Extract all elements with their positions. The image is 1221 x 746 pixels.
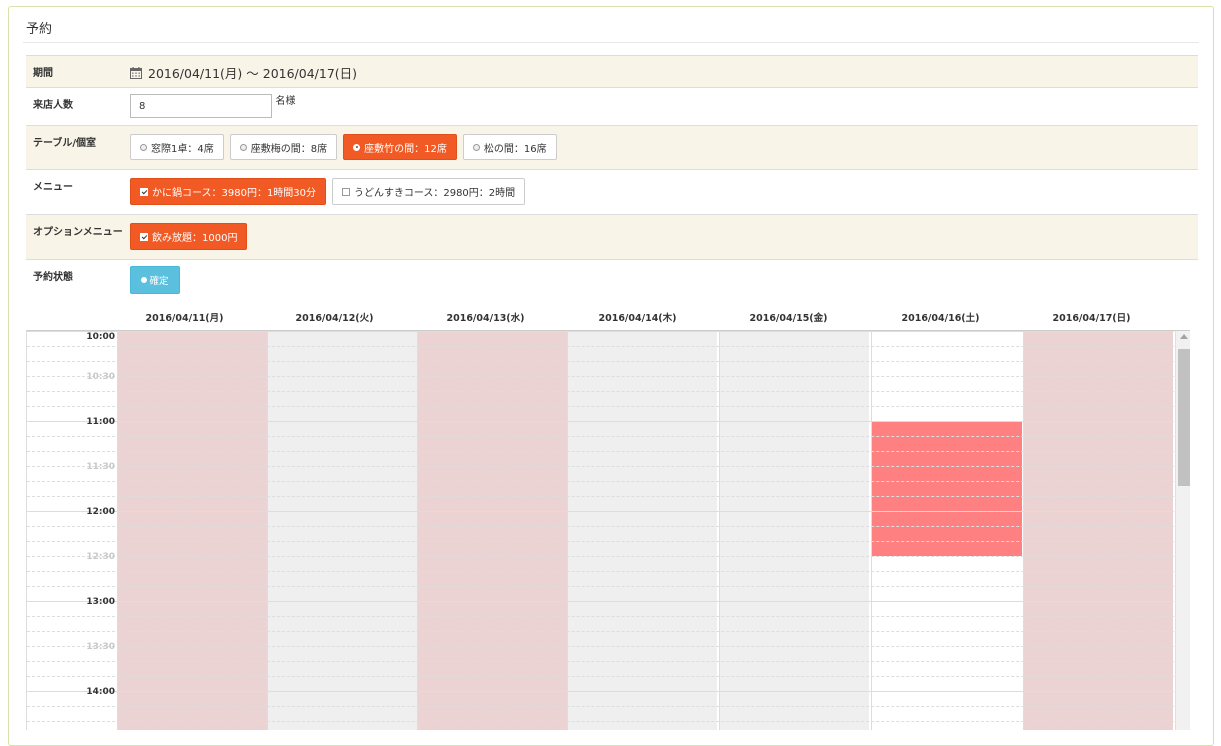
option-label: かに鍋コース：3980円：1時間30分 <box>152 188 317 199</box>
scroll-up-icon[interactable] <box>1180 334 1188 339</box>
table-option-ume[interactable]: 座敷梅の間：8席 <box>229 134 338 160</box>
calendar-grid: 10:00 10:30 11:00 11:30 12:00 12:30 13:0… <box>26 330 1190 730</box>
day-separator <box>1023 331 1024 730</box>
day-header: 2016/04/13(水) <box>446 313 525 324</box>
time-column: 10:00 10:30 11:00 11:30 12:00 12:30 13:0… <box>27 331 117 730</box>
checkbox-icon <box>342 187 351 196</box>
time-label: 12:00 <box>86 507 115 517</box>
time-label: 11:30 <box>86 462 115 472</box>
option-nomihoudai[interactable]: 飲み放題：1000円 <box>130 223 248 250</box>
panel-divider <box>23 42 1199 43</box>
time-label: 10:00 <box>86 332 115 342</box>
time-label: 14:00 <box>86 687 115 697</box>
period-label: 期間 <box>33 68 53 79</box>
day-column[interactable] <box>1023 331 1173 730</box>
radio-icon <box>239 143 247 151</box>
radio-icon <box>140 143 147 151</box>
status-row: 予約状態 確定 <box>26 259 1198 309</box>
checkbox-checked-icon <box>140 232 148 241</box>
day-separator <box>117 331 118 730</box>
booking-block[interactable] <box>871 421 1022 556</box>
day-separator <box>267 331 268 730</box>
radio-selected-icon <box>353 143 361 151</box>
day-column[interactable] <box>267 331 417 730</box>
day-header: 2016/04/17(日) <box>1052 313 1131 324</box>
party-size-suffix: 名様 <box>275 96 296 107</box>
radio-selected-icon <box>141 277 148 283</box>
option-label: 座敷竹の間：12席 <box>364 143 447 155</box>
day-header: 2016/04/16(土) <box>901 313 980 324</box>
table-option-matsu[interactable]: 松の間：16席 <box>462 134 557 160</box>
checkbox-checked-icon <box>140 187 148 196</box>
table-row: テーブル/個室 窓際1卓：4席 座敷梅の間：8席 座敷竹の間：12席 松の間：1… <box>26 125 1198 169</box>
time-label: 10:30 <box>86 372 115 382</box>
day-column[interactable] <box>117 331 267 730</box>
confirm-status-button[interactable]: 確定 <box>130 266 180 294</box>
time-label: 12:30 <box>86 552 115 562</box>
table-label: テーブル/個室 <box>33 138 97 149</box>
day-header: 2016/04/15(金) <box>749 313 828 324</box>
day-separator <box>719 331 720 730</box>
period-value: 2016/04/11(月) 〜 2016/04/17(日) <box>148 66 358 81</box>
day-header: 2016/04/14(木) <box>598 313 677 324</box>
status-label: 予約状態 <box>33 272 73 283</box>
option-label: うどんすきコース：2980円：2時間 <box>354 188 516 199</box>
menu-option-udon[interactable]: うどんすきコース：2980円：2時間 <box>332 178 526 205</box>
time-label: 13:00 <box>86 597 115 607</box>
party-size-row: 来店人数 名様 <box>26 87 1198 125</box>
party-size-label: 来店人数 <box>33 100 73 111</box>
table-option-take[interactable]: 座敷竹の間：12席 <box>343 134 457 160</box>
option-label: 窓際1卓：4席 <box>151 143 214 155</box>
period-row: 期間 2016/04/11(月) 〜 2016/04/17(日) <box>26 55 1198 87</box>
menu-label: メニュー <box>33 182 73 193</box>
day-header: 2016/04/12(火) <box>295 313 374 324</box>
party-size-input[interactable] <box>130 94 272 118</box>
option-label: 飲み放題：1000円 <box>152 233 238 244</box>
time-label: 11:00 <box>86 417 115 427</box>
day-column[interactable] <box>417 331 567 730</box>
day-separator <box>871 331 872 730</box>
day-separator <box>567 331 568 730</box>
calendar-header: 2016/04/11(月) 2016/04/12(火) 2016/04/13(水… <box>109 310 1165 324</box>
day-header: 2016/04/11(月) <box>145 313 224 324</box>
day-separator <box>417 331 418 730</box>
option-label: 松の間：16席 <box>483 143 547 155</box>
menu-option-kani[interactable]: かに鍋コース：3980円：1時間30分 <box>130 178 327 205</box>
panel-title: 予約 <box>26 22 53 37</box>
radio-icon <box>472 143 480 151</box>
day-column[interactable] <box>567 331 717 730</box>
option-menu-row: オプションメニュー 飲み放題：1000円 <box>26 214 1198 259</box>
time-label: 13:30 <box>86 642 115 652</box>
scroll-thumb[interactable] <box>1178 349 1190 486</box>
status-button-label: 確定 <box>149 276 169 287</box>
option-label: 座敷梅の間：8席 <box>250 143 328 155</box>
calendar-icon <box>130 66 142 79</box>
calendar-scrollbar[interactable] <box>1175 331 1190 730</box>
day-column[interactable] <box>719 331 869 730</box>
option-menu-label: オプションメニュー <box>33 227 123 238</box>
table-option-window[interactable]: 窓際1卓：4席 <box>130 134 224 160</box>
menu-row: メニュー かに鍋コース：3980円：1時間30分 うどんすきコース：2980円：… <box>26 169 1198 214</box>
